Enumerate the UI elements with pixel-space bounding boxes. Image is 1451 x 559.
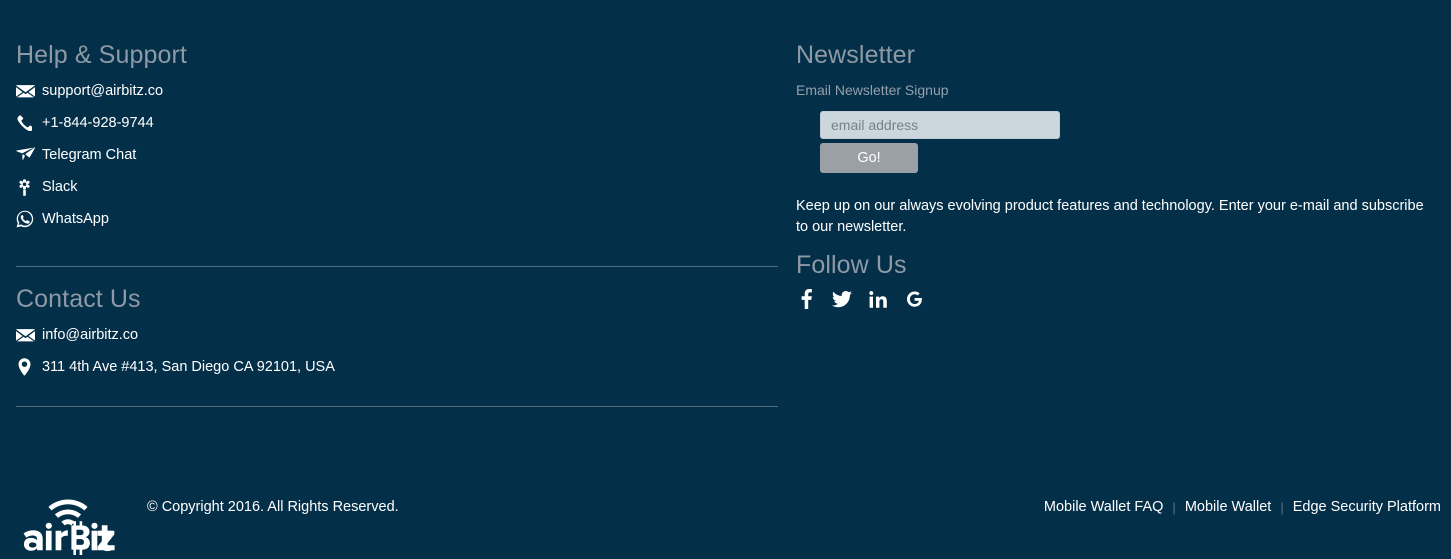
help-item-phone[interactable]: +1-844-928-9744 (16, 107, 163, 139)
envelope-icon (16, 328, 42, 342)
help-item-email[interactable]: support@airbitz.co (16, 75, 163, 107)
newsletter-sub-label: Email Newsletter Signup (796, 82, 949, 98)
contact-item-label: info@airbitz.co (42, 327, 139, 343)
help-item-whatsapp[interactable]: WhatsApp (16, 203, 163, 235)
email-input[interactable] (820, 111, 1060, 139)
newsletter-blurb: Keep up on our always evolving product f… (796, 198, 1424, 235)
linkedin-icon[interactable] (868, 288, 888, 310)
twitter-icon[interactable] (832, 288, 852, 310)
contact-item-email[interactable]: info@airbitz.co (16, 319, 335, 351)
contact-item-address[interactable]: 311 4th Ave #413, San Diego CA 92101, US… (16, 351, 335, 383)
follow-us-heading: Follow Us (796, 251, 907, 279)
help-item-label: +1-844-928-9744 (42, 115, 154, 131)
divider-help-contact (16, 266, 778, 267)
phone-icon (16, 115, 42, 131)
airbitz-logo[interactable] (18, 493, 118, 555)
help-item-label: support@airbitz.co (42, 83, 164, 99)
newsletter-form: Go! (820, 111, 1060, 173)
facebook-icon[interactable] (796, 288, 816, 310)
envelope-icon (16, 84, 42, 98)
contact-us-heading: Contact Us (16, 285, 141, 313)
slack-icon (16, 178, 42, 196)
help-support-list: support@airbitz.co +1-844-928-9744 Teleg… (16, 75, 163, 235)
map-pin-icon (16, 358, 42, 376)
site-footer: Help & Support support@airbitz.co +1-844… (0, 0, 1451, 559)
social-links (796, 288, 924, 310)
telegram-icon (16, 147, 42, 163)
link-separator: | (1172, 499, 1176, 515)
whatsapp-icon (16, 210, 42, 228)
help-item-slack[interactable]: Slack (16, 171, 163, 203)
newsletter-heading: Newsletter (796, 41, 916, 69)
newsletter-submit-button[interactable]: Go! (820, 143, 918, 173)
help-item-label: Telegram Chat (42, 147, 137, 163)
copyright-text: © Copyright 2016. All Rights Reserved. (147, 499, 399, 515)
google-icon[interactable] (904, 288, 924, 310)
help-item-label: Slack (42, 179, 78, 195)
help-item-telegram[interactable]: Telegram Chat (16, 139, 163, 171)
footer-link-edge-security-platform[interactable]: Edge Security Platform (1293, 499, 1441, 515)
link-separator: | (1280, 499, 1284, 515)
help-item-label: WhatsApp (42, 211, 109, 227)
contact-us-list: info@airbitz.co 311 4th Ave #413, San Di… (16, 319, 335, 383)
footer-bottom-bar: © Copyright 2016. All Rights Reserved. M… (0, 459, 1451, 559)
footer-link-mobile-wallet-faq[interactable]: Mobile Wallet FAQ (1044, 499, 1164, 515)
contact-item-label: 311 4th Ave #413, San Diego CA 92101, US… (42, 359, 335, 375)
help-support-heading: Help & Support (16, 41, 187, 69)
divider-contact-bottom (16, 406, 778, 407)
footer-links: Mobile Wallet FAQ | Mobile Wallet | Edge… (1044, 499, 1441, 515)
footer-link-mobile-wallet[interactable]: Mobile Wallet (1185, 499, 1272, 515)
